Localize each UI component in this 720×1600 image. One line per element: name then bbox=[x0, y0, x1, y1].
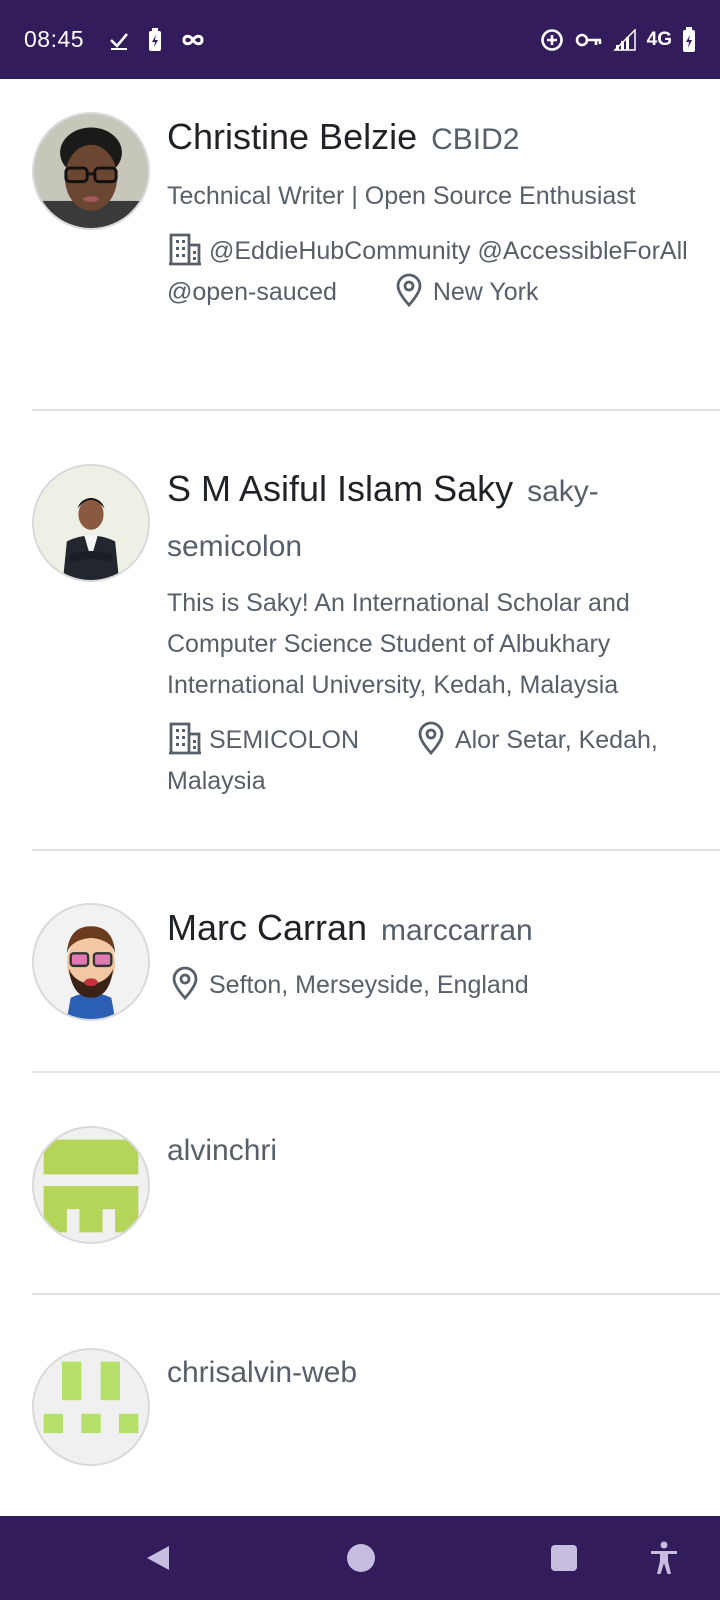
avatar bbox=[32, 112, 150, 230]
location-pin-icon bbox=[418, 721, 444, 756]
avatar bbox=[32, 464, 150, 582]
user-login: alvinchri bbox=[167, 1134, 278, 1167]
user-bio: Technical Writer | Open Source Enthusias… bbox=[167, 182, 636, 210]
divider bbox=[32, 1071, 720, 1073]
avatar bbox=[32, 1126, 150, 1244]
user-login: CBID2 bbox=[431, 123, 520, 156]
divider bbox=[32, 1293, 720, 1295]
user-fullname: Christine Belzie bbox=[167, 116, 418, 157]
user-location: Sefton, Merseyside, England bbox=[167, 966, 529, 1001]
back-icon bbox=[147, 1546, 169, 1570]
signal-icon bbox=[612, 28, 637, 51]
user-location: New York bbox=[384, 273, 539, 308]
user-bio: This is Saky! An International Scholar a… bbox=[167, 589, 630, 699]
user-meta: @EddieHubCommunity @AccessibleForAll @op… bbox=[167, 231, 720, 313]
user-company: SEMICOLON bbox=[167, 722, 366, 755]
check-icon bbox=[108, 29, 130, 51]
location-pin-icon bbox=[396, 273, 422, 308]
home-button[interactable] bbox=[343, 1540, 379, 1576]
location-text: New York bbox=[432, 278, 539, 306]
home-icon bbox=[347, 1544, 375, 1572]
battery-charging-icon bbox=[682, 26, 696, 53]
location-text: Sefton, Merseyside, England bbox=[209, 971, 529, 999]
user-login: chrisalvin-web bbox=[167, 1356, 358, 1389]
back-button[interactable] bbox=[140, 1540, 176, 1576]
data-saver-icon bbox=[539, 27, 565, 53]
user-fullname: Marc Carran bbox=[167, 907, 368, 948]
divider bbox=[32, 409, 720, 411]
accessibility-icon bbox=[651, 1541, 677, 1574]
divider bbox=[32, 849, 720, 851]
status-bar: 08:45 4G bbox=[0, 0, 720, 79]
battery-saver-icon bbox=[148, 27, 162, 52]
avatar bbox=[32, 903, 150, 1021]
user-fullname: S M Asiful Islam Saky bbox=[167, 468, 514, 509]
user-meta: Sefton, Merseyside, England bbox=[167, 965, 720, 1006]
user-meta: SEMICOLON Alor Setar, Kedah, Malaysia bbox=[167, 720, 720, 802]
recents-icon bbox=[551, 1545, 577, 1571]
status-time: 08:45 bbox=[24, 26, 85, 52]
accessibility-button[interactable] bbox=[646, 1540, 682, 1576]
vpn-key-icon bbox=[575, 31, 603, 49]
infinity-icon bbox=[180, 32, 206, 48]
building-icon bbox=[169, 722, 201, 755]
recents-button[interactable] bbox=[546, 1540, 582, 1576]
avatar bbox=[32, 1348, 150, 1466]
company-text: SEMICOLON bbox=[209, 726, 360, 754]
location-pin-icon bbox=[172, 966, 198, 1001]
user-list[interactable]: Christine Belzie CBID2 Technical Writer |… bbox=[0, 79, 720, 1516]
navigation-bar bbox=[0, 1516, 720, 1600]
network-type: 4G bbox=[646, 28, 672, 50]
user-login: marccarran bbox=[381, 914, 533, 947]
building-icon bbox=[169, 233, 201, 266]
